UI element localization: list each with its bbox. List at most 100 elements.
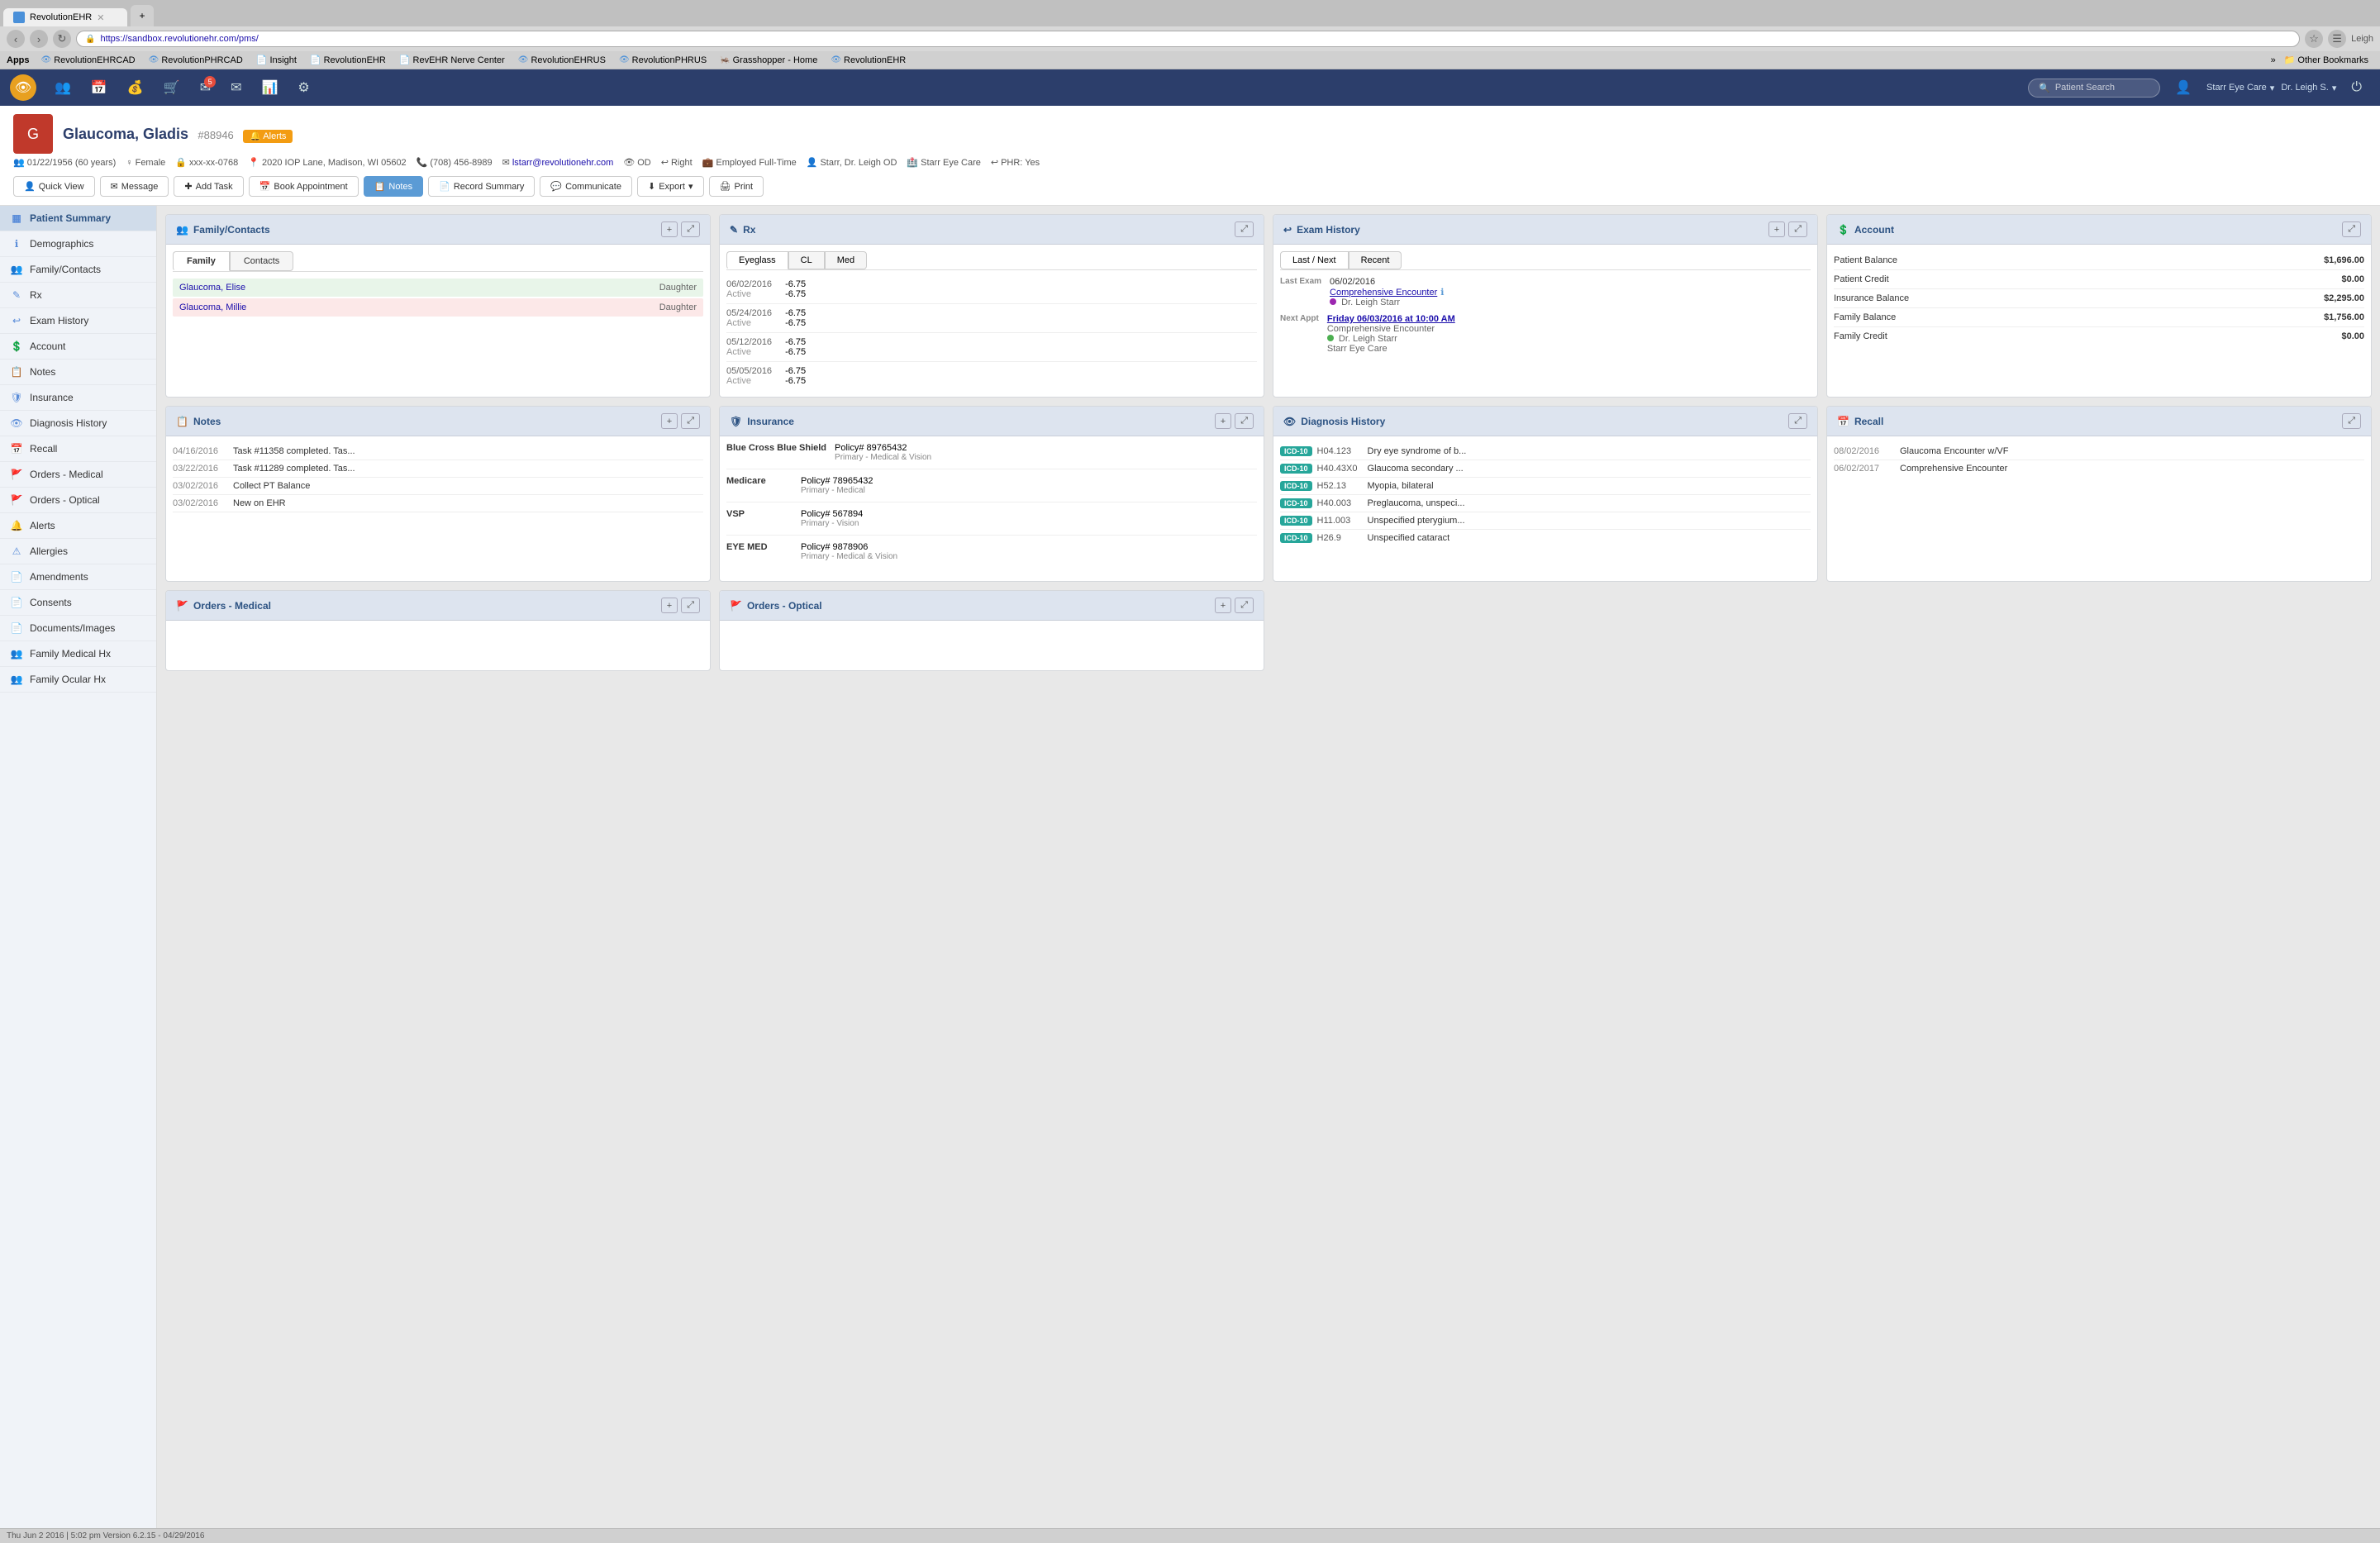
quick-view-btn[interactable]: 👤 Quick View xyxy=(13,176,95,197)
patient-search-input[interactable] xyxy=(2055,83,2154,93)
communicate-btn[interactable]: 💬 Communicate xyxy=(540,176,632,197)
doctor-selector[interactable]: Dr. Leigh S. ▾ xyxy=(2281,83,2336,93)
message-btn[interactable]: ✉ Message xyxy=(100,176,169,197)
record-summary-btn[interactable]: 📄 Record Summary xyxy=(428,176,535,197)
more-bookmarks[interactable]: » xyxy=(2271,55,2276,65)
export-btn[interactable]: ⬇ Export ▾ xyxy=(637,176,704,197)
messages-nav-btn[interactable]: ✉ xyxy=(222,74,250,101)
reports-nav-btn[interactable]: 📊 xyxy=(254,74,287,101)
patient-email[interactable]: ✉ lstarr@revolutionehr.com xyxy=(502,157,614,168)
sidebar-item-patient-summary[interactable]: ▦ Patient Summary xyxy=(0,206,156,231)
next-appt-date[interactable]: Friday 06/03/2016 at 10:00 AM xyxy=(1327,314,1455,324)
rx-cl-tab[interactable]: CL xyxy=(788,251,825,269)
sidebar-item-family-contacts[interactable]: 👥 Family/Contacts xyxy=(0,257,156,283)
menu-btn[interactable]: ☰ xyxy=(2328,30,2346,48)
sidebar-item-diagnosis-history[interactable]: 👁 Diagnosis History xyxy=(0,411,156,436)
orders-optical-expand-btn[interactable]: ⤢ xyxy=(1235,598,1254,613)
notes-add-btn[interactable]: + xyxy=(661,413,678,429)
family-tab[interactable]: Family xyxy=(173,251,230,271)
recall-expand-btn[interactable]: ⤢ xyxy=(2342,413,2361,429)
exam-history-add-btn[interactable]: + xyxy=(1768,221,1785,237)
sidebar-item-orders-optical[interactable]: 🚩 Orders - Optical xyxy=(0,488,156,513)
sidebar-item-exam-history[interactable]: ↩ Exam History xyxy=(0,308,156,334)
insurance-add-btn[interactable]: + xyxy=(1215,413,1231,429)
address-bar[interactable]: 🔒 https://sandbox.revolutionehr.com/pms/ xyxy=(76,31,2300,47)
patients-nav-btn[interactable]: 👥 xyxy=(46,74,79,101)
notes-expand-btn[interactable]: ⤢ xyxy=(681,413,700,429)
sidebar-item-consents[interactable]: 📄 Consents xyxy=(0,590,156,616)
bookmark-star-btn[interactable]: ☆ xyxy=(2305,30,2323,48)
calendar-nav-btn[interactable]: 📅 xyxy=(83,74,116,101)
apps-label[interactable]: Apps xyxy=(7,55,30,65)
bookmark-revehr-nerve[interactable]: 📄 RevEHR Nerve Center xyxy=(394,53,510,67)
tasks-nav-btn[interactable]: ✉ 5 xyxy=(192,74,219,101)
sidebar-item-insurance[interactable]: 🛡 Insurance xyxy=(0,385,156,411)
bookmark-grasshopper[interactable]: 🦗 Grasshopper - Home xyxy=(715,54,822,67)
tab-close-btn[interactable]: ✕ xyxy=(97,12,104,23)
sidebar-item-family-medical[interactable]: 👥 Family Medical Hx xyxy=(0,641,156,667)
sidebar-item-recall[interactable]: 📅 Recall xyxy=(0,436,156,462)
app-logo[interactable]: 👁 xyxy=(10,74,36,101)
notes-panel-actions: + ⤢ xyxy=(661,413,700,429)
exam-recent-tab[interactable]: Recent xyxy=(1349,251,1402,269)
bookmark-revolutionphrcad[interactable]: 👁 RevolutionPHRCAD xyxy=(144,54,248,67)
add-task-btn[interactable]: ✚ Add Task xyxy=(174,176,243,197)
user-settings-btn[interactable]: 👤 xyxy=(2167,74,2200,101)
rx-med-tab[interactable]: Med xyxy=(825,251,867,269)
contacts-tab[interactable]: Contacts xyxy=(230,251,293,271)
sidebar-label-demographics: Demographics xyxy=(30,238,93,250)
active-tab[interactable]: RevolutionEHR ✕ xyxy=(3,8,127,26)
icd-badge-1: ICD-10 xyxy=(1280,464,1312,474)
sidebar-item-demographics[interactable]: ℹ Demographics xyxy=(0,231,156,257)
exam-history-expand-btn[interactable]: ⤢ xyxy=(1788,221,1807,237)
family-member-millie[interactable]: Glaucoma, Millie Daughter xyxy=(173,298,703,317)
notes-btn[interactable]: 📋 Notes xyxy=(364,176,423,197)
orders-medical-add-btn[interactable]: + xyxy=(661,598,678,613)
sidebar-item-rx[interactable]: ✎ Rx xyxy=(0,283,156,308)
last-exam-info-icon[interactable]: ℹ xyxy=(1440,287,1444,298)
back-btn[interactable]: ‹ xyxy=(7,30,25,48)
exam-last-next-tab[interactable]: Last / Next xyxy=(1280,251,1349,269)
patient-search-box[interactable]: 🔍 xyxy=(2028,79,2160,98)
family-contacts-expand-btn[interactable]: ⤢ xyxy=(681,221,700,237)
billing-nav-btn[interactable]: 💰 xyxy=(119,74,152,101)
family-member-elise[interactable]: Glaucoma, Elise Daughter xyxy=(173,279,703,297)
sidebar-item-orders-medical[interactable]: 🚩 Orders - Medical xyxy=(0,462,156,488)
rx-expand-btn[interactable]: ⤢ xyxy=(1235,221,1254,237)
book-appointment-btn[interactable]: 📅 Book Appointment xyxy=(249,176,359,197)
sidebar-item-family-ocular[interactable]: 👥 Family Ocular Hx xyxy=(0,667,156,693)
rx-eyeglass-tab[interactable]: Eyeglass xyxy=(726,251,788,269)
sidebar-item-account[interactable]: 💲 Account xyxy=(0,334,156,360)
account-expand-btn[interactable]: ⤢ xyxy=(2342,221,2361,237)
notes-title-icon: 📋 xyxy=(176,416,188,427)
orders-optical-add-btn[interactable]: + xyxy=(1215,598,1231,613)
cart-nav-btn[interactable]: 🛒 xyxy=(155,74,188,101)
sidebar-item-notes[interactable]: 📋 Notes xyxy=(0,360,156,385)
sidebar-item-allergies[interactable]: ⚠ Allergies xyxy=(0,539,156,564)
bookmark-insight[interactable]: 📄 Insight xyxy=(251,53,302,67)
settings-nav-btn[interactable]: ⚙ xyxy=(289,74,317,101)
sidebar-item-alerts[interactable]: 🔔 Alerts xyxy=(0,513,156,539)
sidebar-item-documents[interactable]: 📄 Documents/Images xyxy=(0,616,156,641)
last-exam-encounter-link[interactable]: Comprehensive Encounter xyxy=(1330,288,1437,298)
family-contacts-add-btn[interactable]: + xyxy=(661,221,678,237)
bookmark-revolutionehr2[interactable]: 👁 RevolutionEHR xyxy=(826,54,911,67)
sidebar-item-amendments[interactable]: 📄 Amendments xyxy=(0,564,156,590)
bookmark-revolutionehrcad[interactable]: 👁 RevolutionEHRCAD xyxy=(36,54,140,67)
alert-badge[interactable]: 🔔 Alerts xyxy=(243,130,293,143)
user-account[interactable]: Leigh xyxy=(2351,34,2373,44)
bookmark-revolutionphrus[interactable]: 👁 RevolutionPHRUS xyxy=(614,54,712,67)
practice-selector[interactable]: Starr Eye Care ▾ xyxy=(2206,83,2274,93)
orders-medical-expand-btn[interactable]: ⤢ xyxy=(681,598,700,613)
account-title-icon: 💲 xyxy=(1837,224,1849,236)
bookmark-revolutionehr[interactable]: 📄 RevolutionEHR xyxy=(305,53,391,67)
refresh-btn[interactable]: ↻ xyxy=(53,30,71,48)
bookmark-revolutionehrus[interactable]: 👁 RevolutionEHRUS xyxy=(513,54,611,67)
new-tab-btn[interactable]: + xyxy=(131,5,154,26)
print-btn[interactable]: 🖨 Print xyxy=(709,176,764,197)
power-btn[interactable]: ⏻ xyxy=(2343,75,2370,100)
forward-btn[interactable]: › xyxy=(30,30,48,48)
insurance-expand-btn[interactable]: ⤢ xyxy=(1235,413,1254,429)
bookmark-other[interactable]: 📁 Other Bookmarks xyxy=(2279,53,2373,67)
diagnosis-history-expand-btn[interactable]: ⤢ xyxy=(1788,413,1807,429)
